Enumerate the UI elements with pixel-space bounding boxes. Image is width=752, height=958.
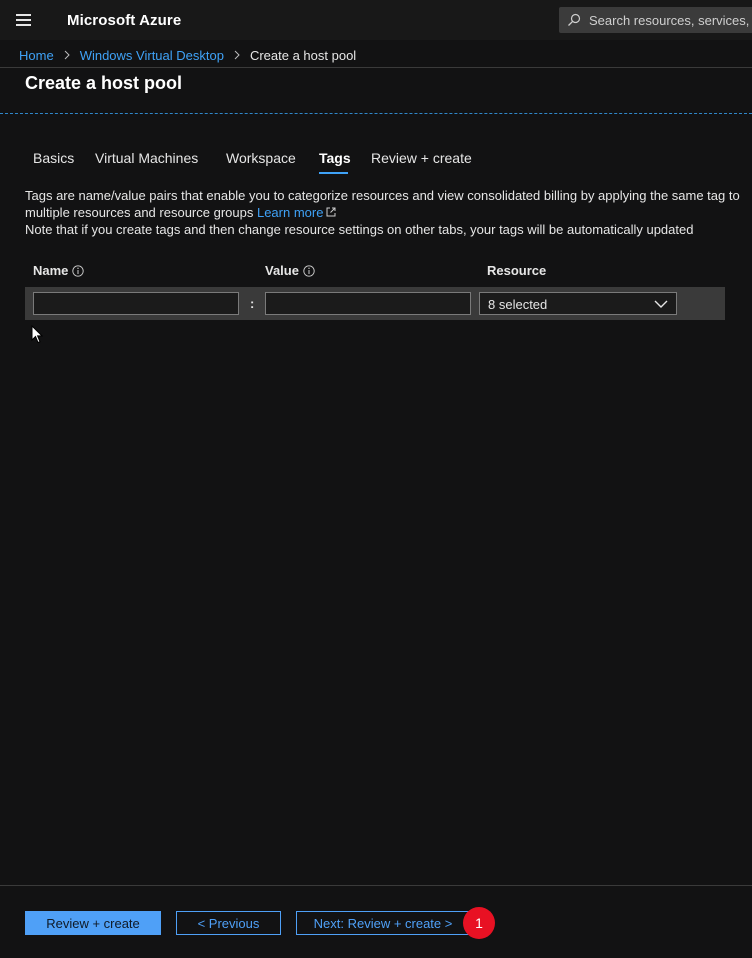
column-header-value: Value	[265, 263, 315, 278]
info-icon[interactable]	[303, 264, 315, 277]
resource-dropdown-value: 8 selected	[488, 297, 548, 312]
column-header-name-label: Name	[33, 263, 69, 278]
tab-review-create[interactable]: Review + create	[371, 150, 472, 166]
column-header-resource: Resource	[487, 263, 546, 278]
breadcrumb-current: Create a host pool	[249, 47, 357, 63]
info-icon[interactable]	[72, 264, 85, 277]
breadcrumb-windows-virtual-desktop[interactable]: Windows Virtual Desktop	[80, 48, 224, 63]
description-note: Note that if you create tags and then ch…	[25, 222, 694, 237]
tab-basics[interactable]: Basics	[33, 150, 74, 166]
breadcrumb: Home Windows Virtual Desktop Create a ho…	[19, 47, 356, 63]
search-box[interactable]: Search resources, services, and docs	[559, 7, 752, 33]
column-header-resource-label: Resource	[487, 263, 547, 278]
description-text: Tags are name/value pairs that enable yo…	[25, 188, 740, 220]
tab-workspace[interactable]: Workspace	[226, 150, 296, 166]
tag-value-input[interactable]	[265, 292, 471, 315]
hamburger-menu-icon[interactable]	[16, 14, 31, 26]
table-row: : 8 selected	[25, 287, 725, 320]
title-divider	[0, 113, 752, 114]
top-bar: Microsoft Azure Search resources, servic…	[0, 0, 752, 40]
search-icon	[568, 13, 581, 26]
tab-tags[interactable]: Tags	[319, 150, 351, 166]
tag-name-input[interactable]	[33, 292, 239, 315]
brand-title[interactable]: Microsoft Azure	[67, 12, 181, 29]
chevron-right-icon	[234, 50, 240, 60]
active-tab-indicator	[319, 172, 348, 174]
learn-more-link[interactable]: Learn more	[257, 205, 323, 220]
chevron-right-icon	[64, 50, 70, 60]
name-value-separator: :	[250, 296, 255, 311]
step-callout-badge: 1	[463, 907, 495, 939]
mouse-pointer-icon	[31, 325, 43, 344]
previous-button[interactable]: < Previous	[176, 911, 281, 935]
chevron-down-icon	[654, 300, 668, 308]
page-title: Create a host pool	[25, 73, 183, 93]
next-review-create-button[interactable]: Next: Review + create >	[296, 911, 470, 935]
breadcrumb-divider	[0, 67, 752, 68]
column-header-name: Name	[33, 263, 85, 278]
breadcrumb-home[interactable]: Home	[19, 48, 54, 63]
tags-description: Tags are name/value pairs that enable yo…	[25, 187, 740, 238]
tab-virtual-machines[interactable]: Virtual Machines	[95, 150, 198, 166]
footer-divider	[0, 885, 752, 886]
review-create-button[interactable]: Review + create	[25, 911, 161, 935]
resource-dropdown[interactable]: 8 selected	[479, 292, 677, 315]
external-link-icon[interactable]	[326, 207, 336, 217]
search-input[interactable]: Search resources, services, and docs	[589, 13, 752, 28]
column-header-value-label: Value	[265, 263, 299, 278]
